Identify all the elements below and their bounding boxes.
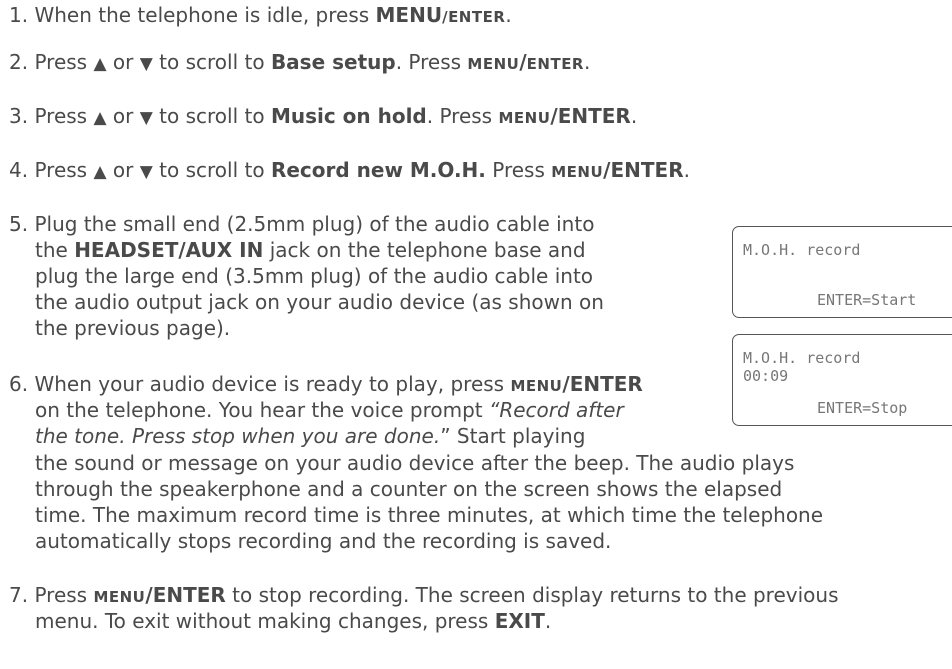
- step-text: .: [630, 104, 638, 128]
- step-text: Press: [34, 583, 94, 607]
- key-separator: /: [550, 104, 558, 128]
- step-number: 4.: [9, 158, 29, 182]
- lcd-screen-start: M.O.H. record ENTER=Start: [732, 226, 952, 318]
- key-separator: /: [145, 583, 153, 607]
- enter-key: ENTER: [448, 8, 506, 26]
- step-text: When your audio device is ready to play,…: [34, 372, 511, 396]
- voice-prompt: the tone. Press stop when you are done.: [35, 424, 441, 448]
- menu-key: MENU: [551, 163, 604, 181]
- step-text: or: [106, 104, 140, 128]
- step-text: to stop recording. The screen display re…: [225, 583, 839, 607]
- step-6-line-5: through the speakerphone and a counter o…: [35, 477, 782, 502]
- step-6-line-1: 6. When your audio device is ready to pl…: [9, 372, 643, 399]
- step-text: or: [106, 158, 140, 182]
- step-5-line-3: plug the large end (3.5mm plug) of the a…: [35, 264, 593, 289]
- jack-name: HEADSET/AUX IN: [74, 238, 264, 262]
- step-7-line-2: menu. To exit without making changes, pr…: [35, 609, 551, 634]
- step-text: through the speakerphone and a counter o…: [35, 477, 783, 501]
- step-3: 3. Press ▲ or ▼ to scroll to Music on ho…: [9, 104, 637, 131]
- step-text: the audio output jack on your audio devi…: [35, 290, 604, 314]
- voice-prompt: “Record after: [488, 398, 624, 422]
- step-text: Press: [34, 50, 94, 74]
- enter-key: ENTER: [569, 372, 643, 396]
- down-arrow-icon: ▼: [139, 54, 153, 74]
- step-5-line-5: the previous page).: [35, 316, 230, 341]
- step-6-line-7: automatically stops recording and the re…: [35, 529, 611, 554]
- enter-key: ENTER: [526, 55, 584, 73]
- step-6-line-4: the sound or message on your audio devic…: [35, 451, 794, 476]
- step-number: 5.: [9, 212, 29, 236]
- enter-key: ENTER: [557, 104, 631, 128]
- step-text: ” Start playing: [440, 424, 586, 448]
- step-5-line-1: 5. Plug the small end (2.5mm plug) of th…: [9, 212, 594, 237]
- screen-softkey-label: ENTER=Stop: [817, 399, 908, 417]
- step-text: Press: [485, 158, 552, 182]
- key-separator: /: [562, 372, 570, 396]
- exit-key: EXIT: [494, 609, 545, 633]
- screen-title: M.O.H. record: [743, 349, 861, 367]
- up-arrow-icon: ▲: [93, 54, 107, 74]
- menu-option: Base setup: [270, 50, 396, 74]
- step-7-line-1: 7. Press MENU/ENTER to stop recording. T…: [9, 583, 839, 610]
- enter-key: ENTER: [152, 583, 226, 607]
- step-text: jack on the telephone base and: [263, 238, 586, 262]
- step-text: . Press: [426, 104, 499, 128]
- enter-key: ENTER: [610, 158, 684, 182]
- step-text: menu. To exit without making changes, pr…: [35, 609, 495, 633]
- menu-key: MENU: [375, 3, 443, 27]
- step-text: the sound or message on your audio devic…: [35, 451, 795, 475]
- step-number: 7.: [9, 583, 29, 607]
- step-number: 3.: [9, 104, 29, 128]
- step-4: 4. Press ▲ or ▼ to scroll to Record new …: [9, 158, 690, 185]
- step-text: to scroll to: [152, 104, 271, 128]
- step-text: time. The maximum record time is three m…: [35, 503, 824, 527]
- lcd-screen-stop: M.O.H. record 00:09 ENTER=Stop: [732, 334, 952, 426]
- step-text: . Press: [395, 50, 468, 74]
- step-5-line-2: the HEADSET/AUX IN jack on the telephone…: [35, 238, 586, 263]
- screen-softkey-label: ENTER=Start: [817, 291, 917, 309]
- step-text: Press: [34, 104, 94, 128]
- step-2: 2. Press ▲ or ▼ to scroll to Base setup.…: [9, 50, 590, 77]
- step-number: 1.: [9, 3, 29, 27]
- key-separator: /: [519, 50, 527, 74]
- step-text: the: [35, 238, 75, 262]
- step-number: 6.: [9, 372, 29, 396]
- menu-key: MENU: [498, 109, 551, 127]
- step-1: 1. When the telephone is idle, press MEN…: [9, 3, 512, 30]
- step-text: or: [106, 50, 140, 74]
- step-text: Press: [34, 158, 94, 182]
- step-text: plug the large end (3.5mm plug) of the a…: [35, 264, 594, 288]
- menu-key: MENU: [510, 377, 563, 395]
- step-text: .: [505, 3, 512, 27]
- step-5-line-4: the audio output jack on your audio devi…: [35, 290, 604, 315]
- step-text: automatically stops recording and the re…: [35, 529, 612, 553]
- step-text: the previous page).: [35, 316, 231, 340]
- down-arrow-icon: ▼: [139, 162, 153, 182]
- menu-option: Record new M.O.H.: [270, 158, 486, 182]
- down-arrow-icon: ▼: [139, 108, 153, 128]
- step-text: on the telephone. You hear the voice pro…: [35, 398, 489, 422]
- step-text: to scroll to: [152, 158, 271, 182]
- menu-option: Music on hold: [270, 104, 427, 128]
- step-text: .: [683, 158, 690, 182]
- step-text: to scroll to: [152, 50, 271, 74]
- step-6-line-6: time. The maximum record time is three m…: [35, 503, 823, 528]
- menu-key: MENU: [93, 588, 146, 606]
- step-6-line-3: the tone. Press stop when you are done.”…: [35, 424, 585, 449]
- step-text: .: [584, 50, 591, 74]
- step-text: .: [544, 609, 552, 633]
- elapsed-time-counter: 00:09: [743, 367, 789, 385]
- up-arrow-icon: ▲: [93, 108, 107, 128]
- step-number: 2.: [9, 50, 29, 74]
- step-text: When the telephone is idle, press: [34, 3, 376, 27]
- screen-title: M.O.H. record: [743, 241, 861, 259]
- step-text: Plug the small end (2.5mm plug) of the a…: [34, 212, 595, 236]
- up-arrow-icon: ▲: [93, 162, 107, 182]
- menu-key: MENU: [467, 55, 520, 73]
- step-6-line-2: on the telephone. You hear the voice pro…: [35, 398, 624, 423]
